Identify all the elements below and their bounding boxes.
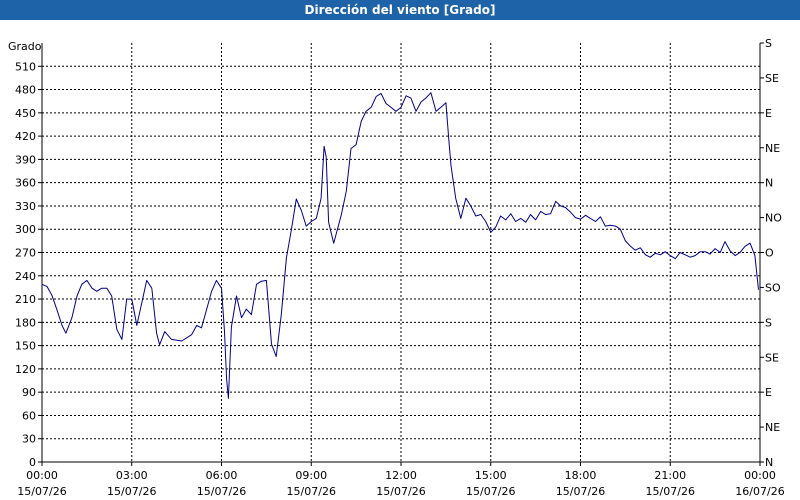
compass-tick-label: N [765,456,773,469]
y-axis-label: Grado [8,40,42,53]
y-tick-label: 510 [15,60,36,73]
compass-tick-label: N [765,177,773,190]
y-tick-label: 90 [22,386,36,399]
y-tick-label: 420 [15,130,36,143]
x-tick-time: 00:00 [744,469,776,482]
compass-tick-label: SE [765,72,779,85]
y-tick-label: 120 [15,363,36,376]
x-tick-date: 15/07/26 [376,485,425,498]
y-tick-label: 210 [15,293,36,306]
x-tick-date: 15/07/26 [466,485,515,498]
x-tick-time: 18:00 [565,469,597,482]
wind-direction-chart: 0 30 60 90 120 150 180 210 240 270 300 330 360 390 420… [0,20,800,500]
y-tick-label: 300 [15,223,36,236]
compass-tick-label: S [765,37,772,50]
x-tick-time: 12:00 [385,469,417,482]
x-tick-time: 21:00 [654,469,686,482]
x-tick-date: 16/07/26 [735,485,784,498]
compass-tick-label: E [765,107,772,120]
x-tick-date: 15/07/26 [17,485,66,498]
y-tick-label: 180 [15,316,36,329]
x-tick-time: 00:00 [26,469,58,482]
y-tick-label: 60 [22,409,36,422]
y-tick-label: 150 [15,340,36,353]
x-tick-time: 09:00 [295,469,327,482]
x-tick-time: 06:00 [206,469,238,482]
chart-background [0,20,800,500]
y-tick-label: 360 [15,177,36,190]
x-tick-time: 15:00 [475,469,507,482]
compass-tick-label: O [765,247,774,260]
compass-tick-label: SE [765,351,779,364]
y-tick-label: 450 [15,107,36,120]
chart-title: Dirección del viento [Grado] [304,3,496,17]
compass-tick-label: NO [765,212,782,225]
y-tick-label: 30 [22,433,36,446]
compass-tick-label: S [765,316,772,329]
y-tick-label: 240 [15,270,36,283]
y-tick-label: 390 [15,153,36,166]
y-tick-label: 270 [15,247,36,260]
x-tick-date: 15/07/26 [556,485,605,498]
chart-title-bar: Dirección del viento [Grado] [0,0,800,20]
y-tick-label: 480 [15,84,36,97]
compass-tick-label: SO [765,281,781,294]
compass-tick-label: NE [765,421,780,434]
x-tick-date: 15/07/26 [197,485,246,498]
x-tick-date: 15/07/26 [107,485,156,498]
x-tick-time: 03:00 [116,469,148,482]
y-tick-label: 330 [15,200,36,213]
compass-tick-label: NE [765,142,780,155]
y-tick-label: 0 [29,456,36,469]
compass-tick-label: E [765,386,772,399]
x-tick-date: 15/07/26 [287,485,336,498]
x-tick-date: 15/07/26 [646,485,695,498]
